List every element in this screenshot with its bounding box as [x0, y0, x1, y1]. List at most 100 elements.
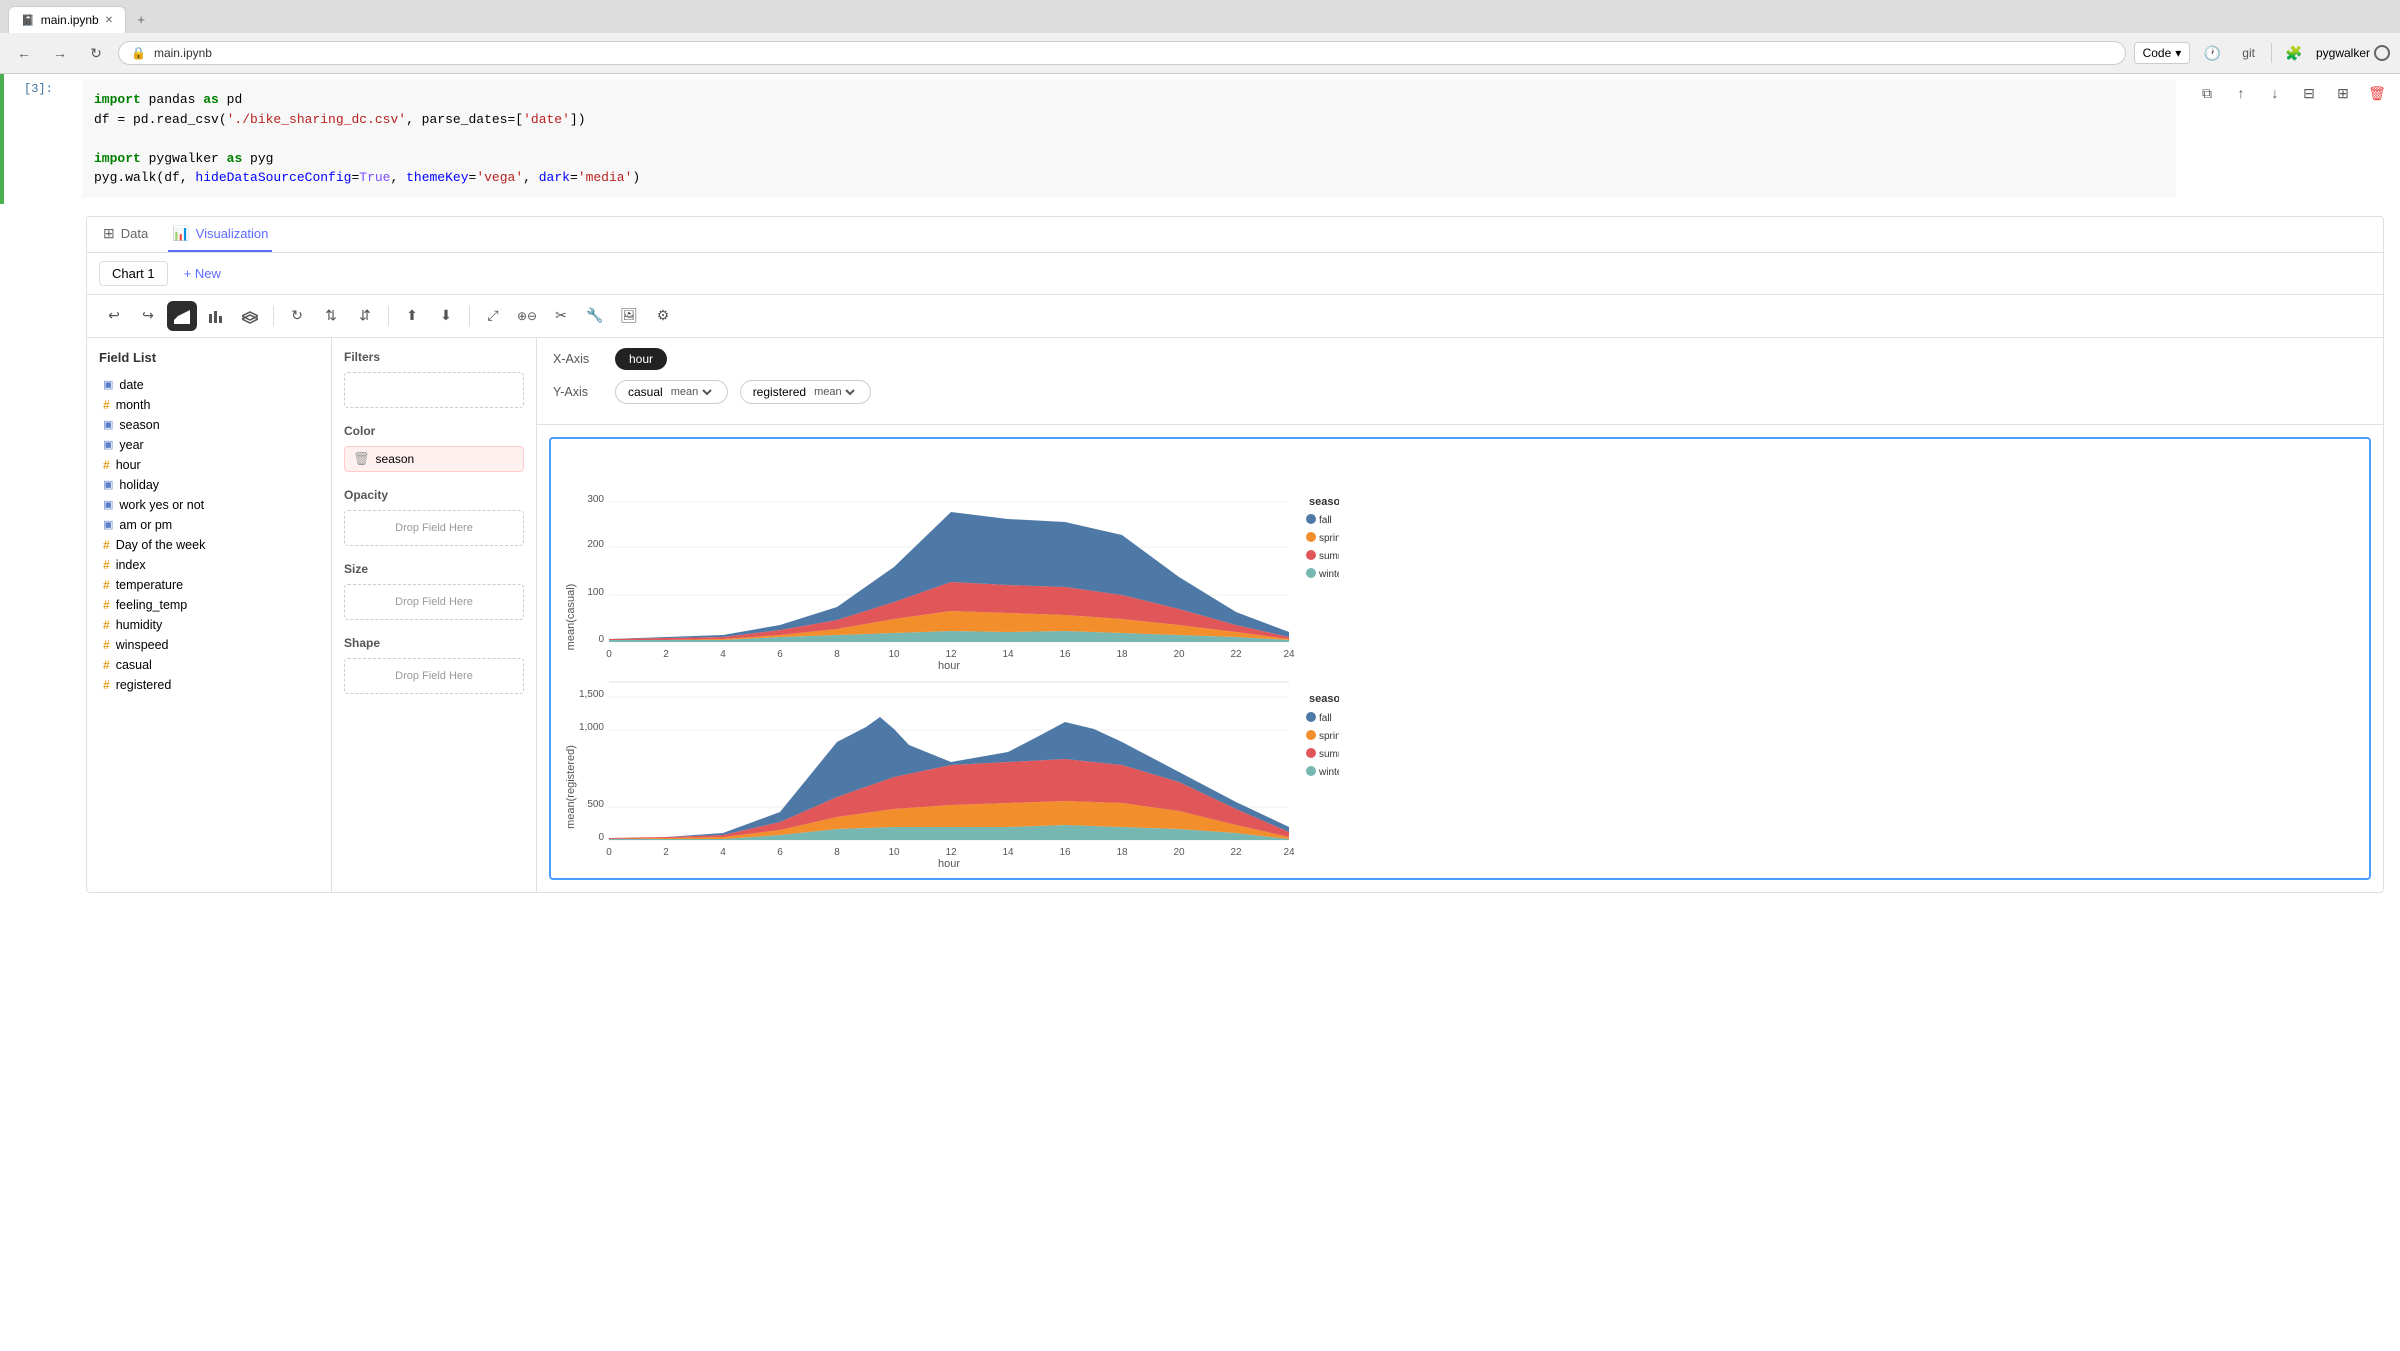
clock-icon[interactable]: 🕐: [2198, 39, 2226, 67]
shape-drop-zone[interactable]: Drop Field Here: [344, 658, 524, 694]
tab-visualization[interactable]: 📊 Visualization: [168, 217, 272, 252]
refresh-button[interactable]: ↻: [82, 39, 110, 67]
shape-title: Shape: [344, 636, 524, 650]
field-type-icon: #: [103, 538, 110, 552]
svg-text:4: 4: [720, 649, 726, 660]
sort-asc-button[interactable]: ⇅: [316, 301, 346, 331]
toolbar-sep-3: [469, 306, 470, 326]
extension-icon[interactable]: 🧩: [2280, 39, 2308, 67]
redo-button[interactable]: ↪: [133, 301, 163, 331]
zoom-in-button[interactable]: ⊕⊖: [512, 301, 542, 331]
field-item-Day-of-the-week[interactable]: # Day of the week: [99, 535, 319, 555]
color-field-tag[interactable]: 🗑 season: [344, 446, 524, 472]
field-item-winspeed[interactable]: #winspeed: [99, 635, 319, 655]
tab-data[interactable]: ⊞ Data: [99, 217, 152, 252]
svg-text:0: 0: [606, 847, 612, 858]
chart-tab-1[interactable]: Chart 1: [99, 261, 168, 286]
x-axis-field-pill[interactable]: hour: [615, 348, 667, 370]
tab-viz-label: Visualization: [196, 226, 269, 241]
field-item-casual[interactable]: #casual: [99, 655, 319, 675]
chart-type-bar-button[interactable]: [201, 301, 231, 331]
code-label: Code: [2143, 46, 2172, 60]
sort-desc-button[interactable]: ⇵: [350, 301, 380, 331]
svg-text:100: 100: [587, 587, 604, 598]
image-button[interactable]: 🖼: [614, 301, 644, 331]
svg-text:fall: fall: [1319, 515, 1332, 526]
notebook: [3]: import pandas as pd df = pd.read_cs…: [0, 74, 2400, 1351]
new-chart-label: + New: [184, 266, 221, 281]
filters-section: Filters: [344, 350, 524, 408]
back-button[interactable]: ←: [10, 39, 38, 67]
new-tab-button[interactable]: +: [130, 9, 152, 31]
field-type-icon: #: [103, 598, 110, 612]
address-bar[interactable]: 🔒 main.ipynb: [118, 41, 2126, 65]
field-item-index[interactable]: #index: [99, 555, 319, 575]
undo-button[interactable]: ↩: [99, 301, 129, 331]
viz-toolbar: ↩ ↪ ↻ ⇅ ⇵ ⬆ ⬇ ⤢ ⊕⊖: [87, 295, 2383, 338]
zoom-button[interactable]: ⤢: [478, 301, 508, 331]
move-up-button[interactable]: ↑: [2226, 78, 2256, 108]
y-axis-row: Y-Axis casual mean registered mean: [553, 380, 2367, 404]
cell-number: [3]:: [24, 82, 53, 96]
field-item-feeling_temp[interactable]: # feeling_temp: [99, 595, 319, 615]
y-axis-field-casual[interactable]: casual mean: [615, 380, 728, 404]
svg-text:12: 12: [945, 649, 957, 660]
split-button[interactable]: ⊞: [2328, 78, 2358, 108]
settings-button[interactable]: ⚙: [648, 301, 678, 331]
merge-button[interactable]: ⊟: [2294, 78, 2324, 108]
copy-cell-button[interactable]: ⧉: [2192, 78, 2222, 108]
field-type-icon: #: [103, 398, 110, 412]
field-item-registered[interactable]: #registered: [99, 675, 319, 695]
y-casual-label: casual: [628, 385, 663, 399]
field-item-am-or-pm[interactable]: ▣ am or pm: [99, 515, 319, 535]
field-list-panel: Field List ▣date#month▣season▣year#hour▣…: [87, 338, 332, 892]
wrench-button[interactable]: 🔧: [580, 301, 610, 331]
svg-text:22: 22: [1230, 649, 1242, 660]
git-button[interactable]: git: [2234, 39, 2263, 67]
active-tab[interactable]: 📓 main.ipynb ✕: [8, 6, 126, 33]
code-selector[interactable]: Code ▾: [2134, 42, 2191, 64]
field-item-temperature[interactable]: #temperature: [99, 575, 319, 595]
field-item-work-yes-or-not[interactable]: ▣work yes or not: [99, 495, 319, 515]
field-list-items: ▣date#month▣season▣year#hour▣holiday▣wor…: [99, 375, 319, 695]
y-casual-agg-select[interactable]: mean: [667, 385, 715, 399]
delete-cell-button[interactable]: 🗑: [2362, 78, 2392, 108]
svg-text:16: 16: [1059, 847, 1071, 858]
field-item-humidity[interactable]: #humidity: [99, 615, 319, 635]
move-down-button[interactable]: ↓: [2260, 78, 2290, 108]
svg-text:summer: summer: [1319, 749, 1339, 760]
tab-close-icon[interactable]: ✕: [105, 15, 113, 26]
field-name-label: feeling_temp: [116, 598, 188, 612]
refresh-button[interactable]: ↻: [282, 301, 312, 331]
field-item-date[interactable]: ▣date: [99, 375, 319, 395]
field-type-icon: ▣: [103, 518, 113, 531]
field-item-month[interactable]: #month: [99, 395, 319, 415]
field-name-label: temperature: [116, 578, 183, 592]
field-item-hour[interactable]: #hour: [99, 455, 319, 475]
opacity-drop-zone[interactable]: Drop Field Here: [344, 510, 524, 546]
svg-text:20: 20: [1173, 649, 1185, 660]
chart-type-layer-button[interactable]: [235, 301, 265, 331]
move-down-viz-button[interactable]: ⬇: [431, 301, 461, 331]
field-type-icon: #: [103, 558, 110, 572]
field-item-year[interactable]: ▣year: [99, 435, 319, 455]
brush-button[interactable]: ✂: [546, 301, 576, 331]
field-name-label: Day of the week: [116, 538, 206, 552]
viz-main: Field List ▣date#month▣season▣year#hour▣…: [87, 338, 2383, 892]
svg-text:0: 0: [598, 634, 604, 645]
forward-button[interactable]: →: [46, 39, 74, 67]
field-name-label: am or pm: [119, 518, 172, 532]
cell-code[interactable]: import pandas as pd df = pd.read_csv('./…: [74, 74, 2184, 204]
field-item-season[interactable]: ▣season: [99, 415, 319, 435]
opacity-title: Opacity: [344, 488, 524, 502]
color-tag-delete-icon[interactable]: 🗑: [353, 451, 370, 467]
y-registered-agg-select[interactable]: mean: [810, 385, 858, 399]
new-chart-button[interactable]: + New: [176, 262, 229, 285]
move-up-viz-button[interactable]: ⬆: [397, 301, 427, 331]
filters-drop-zone[interactable]: [344, 372, 524, 408]
size-drop-zone[interactable]: Drop Field Here: [344, 584, 524, 620]
chart-type-area-button[interactable]: [167, 301, 197, 331]
y-axis-field-registered[interactable]: registered mean: [740, 380, 871, 404]
field-item-holiday[interactable]: ▣holiday: [99, 475, 319, 495]
opacity-section: Opacity Drop Field Here: [344, 488, 524, 546]
